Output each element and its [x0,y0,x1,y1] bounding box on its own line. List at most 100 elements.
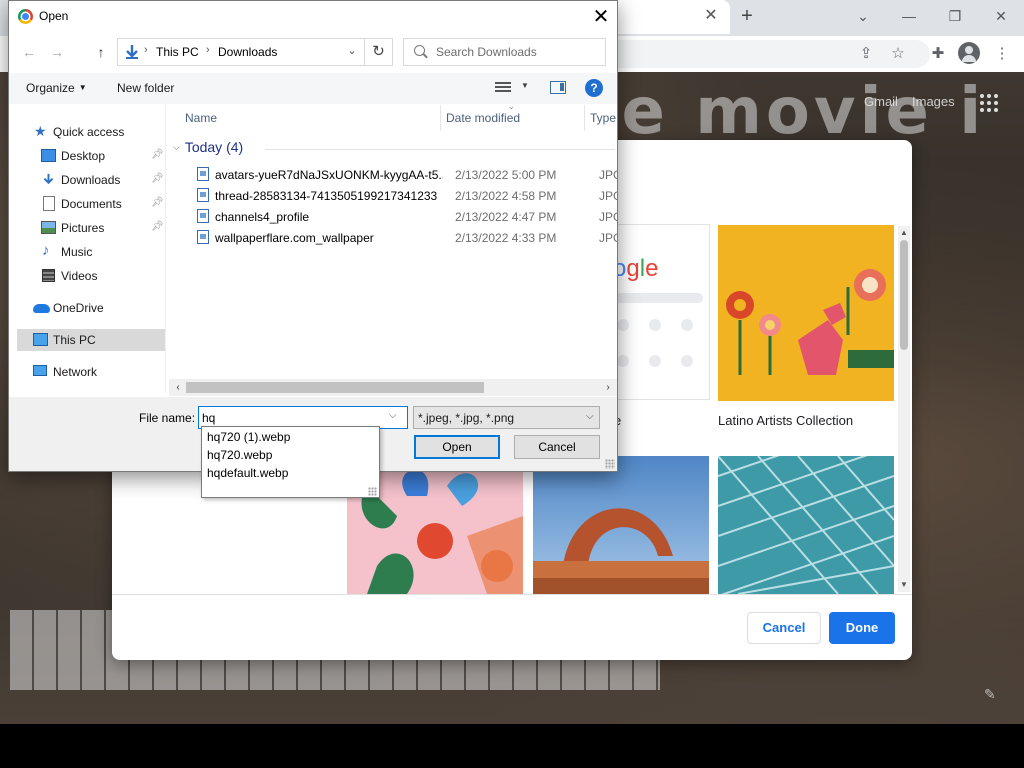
up-arrow-icon[interactable]: ↑ [91,42,111,62]
back-arrow-icon[interactable]: ← [19,42,39,62]
downloads-location-icon [126,45,138,59]
horizontal-scrollbar[interactable]: ‹ › [169,379,617,396]
images-link[interactable]: Images [912,94,955,109]
menu-kebab-icon[interactable]: ⋮ [988,40,1016,68]
resize-grip-icon[interactable] [368,487,377,496]
tab-search-chevron-icon[interactable]: ⌄ [848,2,878,30]
file-row[interactable]: wallpaperflare.com_wallpaper 2/13/2022 4… [189,227,617,248]
column-header-type[interactable]: Type [590,111,616,125]
column-header-name[interactable]: Name [185,111,217,125]
pin-icon[interactable]: 📌︎ [151,149,164,160]
forward-arrow-icon[interactable]: → [47,42,67,62]
breadcrumb-downloads[interactable]: Downloads [218,45,277,59]
nav-item-onedrive[interactable]: OneDrive [9,297,159,319]
scroll-down-arrow-icon[interactable]: ▼ [899,580,909,589]
nav-item-this-pc[interactable]: This PC [17,329,165,351]
file-type-filter-select[interactable]: *.jpeg, *.jpg, *.png ⌵ [413,406,600,429]
latino-artists-caption: Latino Artists Collection [718,413,854,428]
command-bar: Organize ▼ New folder ▼ ? [9,73,617,104]
file-type: JPG F [599,189,617,203]
customize-done-button[interactable]: Done [829,612,895,644]
scroll-right-arrow-icon[interactable]: › [601,380,615,395]
cancel-button[interactable]: Cancel [514,435,600,459]
autocomplete-item[interactable]: hq720 (1).webp [202,428,379,446]
film-icon [42,269,55,282]
column-header-date-modified[interactable]: Date modified [446,111,520,125]
file-row[interactable]: avatars-yueR7dNaJSxUONKM-kyygAA-t5... 2/… [189,164,617,185]
breadcrumb-this-pc[interactable]: This PC [156,45,199,59]
pictures-icon [41,221,56,234]
resize-grip-icon[interactable] [605,459,615,469]
customize-cancel-button[interactable]: Cancel [747,612,821,644]
customize-pencil-icon[interactable]: ✎ [984,686,996,703]
group-divider [265,149,615,150]
nav-label: Network [53,365,98,379]
share-icon[interactable]: ⇪ [852,40,880,68]
nav-item-music[interactable]: ♪ Music [9,241,159,263]
nav-item-network[interactable]: Network [9,361,159,383]
organize-menu[interactable]: Organize ▼ [26,81,87,95]
pane-divider[interactable] [165,105,166,393]
nav-label: Quick access [53,125,125,139]
scroll-thumb[interactable] [186,382,484,393]
desktop-icon [41,149,56,162]
group-label: Today (4) [184,139,244,155]
autocomplete-item[interactable]: hqdefault.webp [202,464,379,482]
arch-tile[interactable] [533,456,709,594]
glass-building-tile[interactable] [718,456,894,594]
file-date: 2/13/2022 4:33 PM [455,231,557,245]
preview-pane-icon[interactable] [550,81,566,94]
nav-label: OneDrive [53,301,104,315]
minimize-icon[interactable]: — [894,2,924,30]
search-box[interactable] [403,38,606,66]
extensions-puzzle-icon[interactable]: ✚ [924,40,952,68]
nav-item-quick-access[interactable]: ★ Quick access [9,121,159,143]
dialog-close-icon[interactable]: ✕ [587,3,615,31]
open-button[interactable]: Open [414,435,500,459]
view-options-icon[interactable] [495,82,511,94]
help-icon[interactable]: ? [585,79,603,97]
search-input[interactable] [434,41,602,63]
scroll-left-arrow-icon[interactable]: ‹ [171,380,185,395]
pin-icon[interactable]: 📌︎ [151,221,164,232]
document-icon [43,196,55,211]
tab-close-icon[interactable]: ✕ [702,6,720,26]
window-close-icon[interactable]: ✕ [986,2,1016,30]
customize-scrollbar[interactable]: ▲ ▼ [898,226,910,592]
pin-icon[interactable]: 📌︎ [151,173,164,184]
dialog-titlebar[interactable]: Open ✕ [9,1,617,32]
gmail-link[interactable]: Gmail [864,94,898,109]
computer-icon [33,333,48,346]
file-row[interactable]: channels4_profile 2/13/2022 4:47 PM JPG … [189,206,617,227]
nav-item-desktop[interactable]: Desktop 📌︎ [9,145,164,167]
latino-artists-illustration [718,225,894,401]
group-collapse-chevron-icon[interactable]: ⌵ [173,142,180,152]
profile-avatar-icon[interactable] [958,42,980,64]
nav-item-pictures[interactable]: Pictures 📌︎ [9,217,164,239]
file-name-dropdown-chevron-icon[interactable]: ⌵ [389,410,397,421]
nav-item-downloads[interactable]: Downloads 📌︎ [9,169,164,191]
nav-item-documents[interactable]: Documents 📌︎ [9,193,164,215]
autocomplete-item[interactable]: hq720.webp [202,446,379,464]
google-apps-icon[interactable] [980,94,998,112]
nav-item-videos[interactable]: Videos [9,265,159,287]
view-caret-icon[interactable]: ▼ [521,81,529,90]
scroll-thumb[interactable] [900,240,908,350]
scroll-up-arrow-icon[interactable]: ▲ [899,228,909,237]
new-folder-button[interactable]: New folder [117,81,174,95]
file-name-input[interactable] [202,409,382,426]
refresh-icon[interactable]: ↻ [365,38,393,66]
column-divider[interactable] [584,105,585,131]
address-dropdown-chevron-icon[interactable]: ⌄ [344,44,360,60]
address-bar[interactable]: › This PC › Downloads ⌄ [117,38,365,66]
file-name: thread-28583134-7413505199217341233 [215,189,438,203]
column-divider[interactable] [440,105,441,131]
file-row[interactable]: thread-28583134-7413505199217341233 2/13… [189,185,617,206]
bookmark-star-icon[interactable]: ☆ [884,40,912,68]
file-type-filter-value: *.jpeg, *.jpg, *.png [418,411,515,425]
pin-icon[interactable]: 📌︎ [151,197,164,208]
restore-icon[interactable]: ❐ [940,2,970,30]
new-tab-icon[interactable]: + [736,4,758,28]
latino-artists-tile[interactable] [718,225,894,401]
group-header-today[interactable]: ⌵ Today (4) [173,139,243,155]
